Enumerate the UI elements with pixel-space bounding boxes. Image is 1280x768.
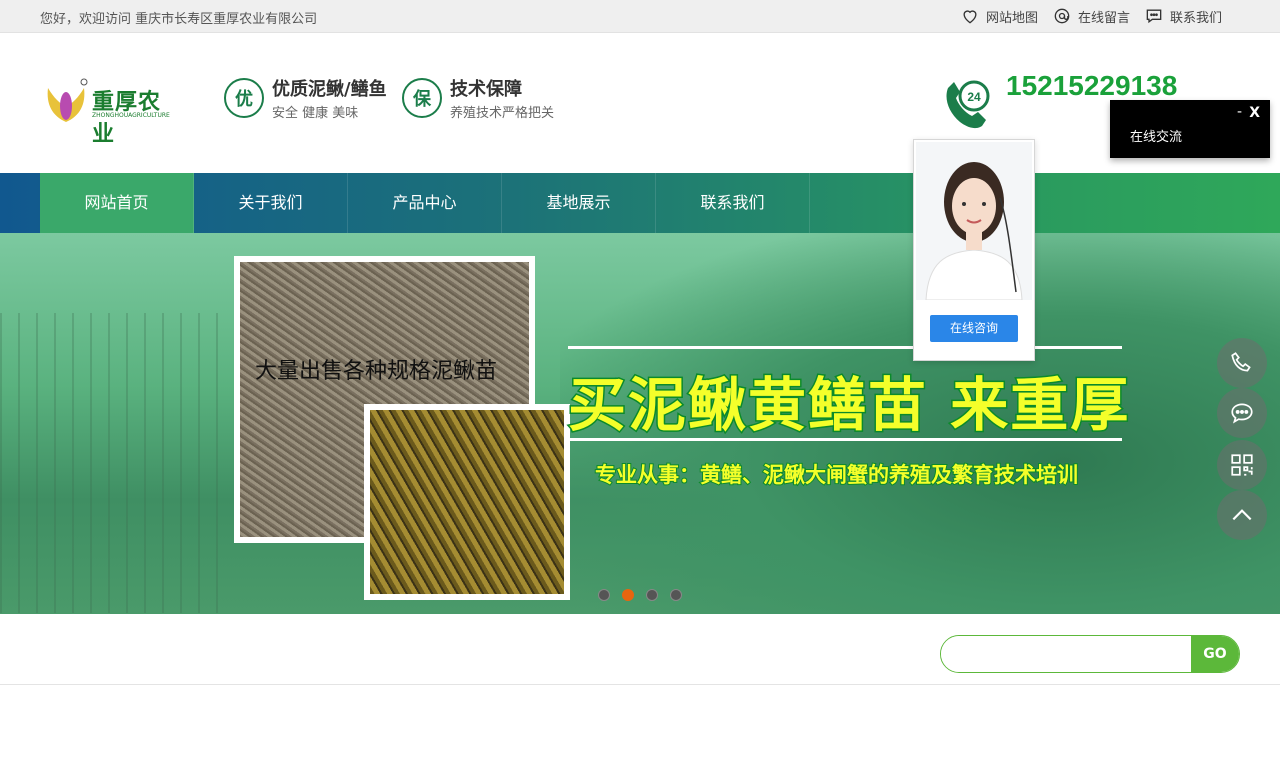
eel-photo: [364, 404, 570, 600]
headline-rule-bottom: [568, 438, 1122, 441]
slider-dots: [598, 589, 682, 601]
section-divider: [0, 684, 1280, 685]
message-label: 在线留言: [1077, 10, 1130, 26]
hero-banner[interactable]: 大量出售各种规格泥鳅苗 买泥鳅黄鳝苗 来重厚 专业从事：黄鳝、泥鳅大闸蟹的养殖及…: [0, 233, 1280, 614]
side-phone-button[interactable]: [1217, 338, 1267, 388]
phone-icon: [1231, 352, 1251, 372]
top-links: 网站地图 在线留言 联系我们: [960, 6, 1222, 26]
slide-dot-4[interactable]: [670, 589, 682, 601]
side-qrcode-button[interactable]: [1217, 440, 1267, 490]
sitemap-link[interactable]: 网站地图: [960, 6, 1038, 26]
heart-icon: [963, 10, 977, 24]
nav-item-home[interactable]: 网站首页: [40, 173, 194, 233]
phone-24h-icon: 24: [946, 80, 990, 129]
quality-badge: 优: [224, 78, 264, 118]
at-icon: [1054, 8, 1070, 24]
search-go-button[interactable]: GO: [1191, 636, 1239, 672]
feature-title: 优质泥鳅/鳝鱼: [272, 79, 387, 100]
banner-headline: 买泥鳅黄鳝苗 来重厚: [566, 370, 1131, 441]
nav-item-products[interactable]: 产品中心: [348, 173, 502, 233]
slide-dot-3[interactable]: [646, 589, 658, 601]
back-to-top-icon: [1232, 509, 1252, 521]
contact-link[interactable]: 联系我们: [1144, 6, 1222, 26]
main-nav: 网站首页 关于我们 产品中心 基地展示 联系我们: [0, 173, 1280, 233]
banner-background-fence: [0, 313, 230, 613]
sitemap-label: 网站地图: [985, 10, 1038, 26]
contact-label: 联系我们: [1169, 10, 1222, 26]
welcome-text: 您好，欢迎访问 重庆市长寿区重厚农业有限公司: [40, 12, 318, 27]
chat-widget-title: 在线交流: [1130, 130, 1183, 145]
feature-guarantee: 保 技术保障 养殖技术严格把关: [402, 78, 554, 121]
slide-dot-2[interactable]: [622, 589, 634, 601]
svg-text:24: 24: [967, 90, 981, 104]
nav-item-base[interactable]: 基地展示: [502, 173, 656, 233]
qrcode-icon: [1231, 454, 1253, 476]
search-box: GO: [940, 635, 1240, 673]
feature-quality: 优 优质泥鳅/鳝鱼 安全 健康 美味: [224, 78, 387, 121]
logo-subtitle: ZHONGHOUAGRICULTURE: [92, 112, 170, 119]
logo[interactable]: 重厚农业 ZHONGHOUAGRICULTURE: [42, 76, 182, 147]
feature-subtitle: 安全 健康 美味: [272, 106, 359, 121]
lotus-logo-icon: [47, 78, 88, 122]
banner-subline: 专业从事：黄鳝、泥鳅大闸蟹的养殖及繁育技术培训: [594, 462, 1079, 488]
chat-minimize-button[interactable]: -: [1237, 104, 1242, 120]
message-link[interactable]: 在线留言: [1052, 6, 1130, 26]
guarantee-badge: 保: [402, 78, 442, 118]
nav-item-contact[interactable]: 联系我们: [656, 173, 810, 233]
consult-button[interactable]: 在线咨询: [930, 315, 1018, 342]
feature-subtitle: 养殖技术严格把关: [450, 106, 555, 121]
phone-number: 15215229138: [1006, 70, 1178, 101]
nav-item-about[interactable]: 关于我们: [194, 173, 348, 233]
top-bar: 您好，欢迎访问 重庆市长寿区重厚农业有限公司 网站地图 在线留言 联系我们: [0, 0, 1280, 33]
side-back-to-top-button[interactable]: [1217, 490, 1267, 540]
search-input[interactable]: [941, 636, 1191, 672]
chat-bubble-icon: [1146, 9, 1162, 24]
side-message-button[interactable]: [1217, 388, 1267, 438]
slide-dot-1[interactable]: [598, 589, 610, 601]
message-icon: [1231, 403, 1253, 424]
feature-title: 技术保障: [450, 79, 522, 100]
photo-caption: 大量出售各种规格泥鳅苗: [255, 359, 498, 384]
customer-service-avatar: [916, 142, 1032, 300]
chat-widget[interactable]: - X 在线交流: [1110, 100, 1270, 158]
chat-close-button[interactable]: X: [1249, 105, 1260, 121]
online-consult-card: 在线咨询: [913, 139, 1035, 361]
headline-rule-top: [568, 346, 1122, 349]
